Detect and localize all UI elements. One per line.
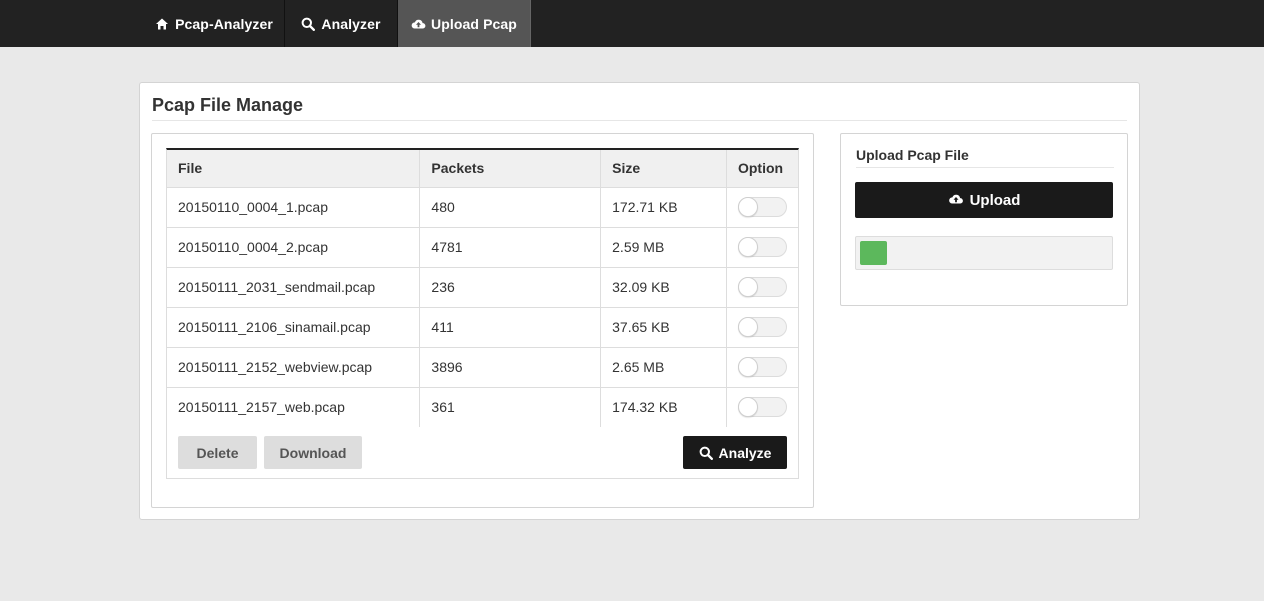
option-cell	[726, 227, 798, 268]
column-header-packets: Packets	[419, 150, 602, 188]
upload-box: Upload Pcap File Upload	[840, 133, 1128, 306]
nav-item-label: Analyzer	[321, 15, 381, 32]
toggle-knob	[737, 277, 758, 297]
column-header-file: File	[167, 150, 421, 188]
upload-progress-bar	[855, 236, 1113, 270]
table-row: 20150111_2157_web.pcap 361 174.32 KB	[167, 387, 798, 428]
toggle-knob	[737, 397, 758, 417]
select-toggle[interactable]	[737, 357, 787, 377]
upload-button[interactable]: Upload	[855, 182, 1113, 218]
file-name-cell: 20150111_2152_webview.pcap	[167, 347, 421, 388]
home-icon	[155, 17, 169, 31]
option-cell	[726, 387, 798, 428]
file-name-cell: 20150110_0004_2.pcap	[167, 227, 421, 268]
packets-cell: 3896	[419, 347, 602, 388]
column-header-option: Option	[726, 150, 798, 188]
packets-cell: 236	[419, 267, 602, 308]
table-row: 20150110_0004_2.pcap 4781 2.59 MB	[167, 227, 798, 268]
upload-button-label: Upload	[969, 191, 1021, 209]
pcap-file-manage-panel: Pcap File Manage File Packets Size Optio…	[139, 82, 1140, 520]
size-cell: 172.71 KB	[600, 187, 727, 228]
cloud-upload-icon	[411, 17, 426, 31]
nav-item-label: Upload Pcap	[431, 15, 517, 32]
download-button[interactable]: Download	[264, 436, 362, 469]
upload-title: Upload Pcap File	[856, 147, 1114, 168]
toggle-knob	[737, 357, 758, 377]
select-toggle[interactable]	[737, 397, 787, 417]
packets-cell: 4781	[419, 227, 602, 268]
file-name-cell: 20150111_2157_web.pcap	[167, 387, 421, 428]
file-name-cell: 20150111_2106_sinamail.pcap	[167, 307, 421, 348]
toggle-knob	[737, 237, 758, 257]
option-cell	[726, 267, 798, 308]
size-cell: 174.32 KB	[600, 387, 727, 428]
table-row: 20150111_2152_webview.pcap 3896 2.65 MB	[167, 347, 798, 388]
select-toggle[interactable]	[737, 277, 787, 297]
top-navbar: Pcap-Analyzer Analyzer Upload Pcap	[0, 0, 1264, 47]
size-cell: 2.59 MB	[600, 227, 727, 268]
column-header-size: Size	[600, 150, 727, 188]
packets-cell: 480	[419, 187, 602, 228]
table-row: 20150111_2031_sendmail.pcap 236 32.09 KB	[167, 267, 798, 308]
size-cell: 2.65 MB	[600, 347, 727, 388]
nav-item-pcap-analyzer[interactable]: Pcap-Analyzer	[144, 0, 285, 47]
table-row: 20150110_0004_1.pcap 480 172.71 KB	[167, 187, 798, 228]
size-cell: 32.09 KB	[600, 267, 727, 308]
cloud-upload-icon	[948, 192, 964, 208]
search-icon	[301, 17, 316, 31]
delete-button[interactable]: Delete	[178, 436, 257, 469]
file-name-cell: 20150110_0004_1.pcap	[167, 187, 421, 228]
file-name-cell: 20150111_2031_sendmail.pcap	[167, 267, 421, 308]
packets-cell: 361	[419, 387, 602, 428]
nav-item-upload-pcap[interactable]: Upload Pcap	[398, 0, 531, 47]
table-row: 20150111_2106_sinamail.pcap 411 37.65 KB	[167, 307, 798, 348]
toggle-knob	[737, 317, 758, 337]
nav-item-analyzer[interactable]: Analyzer	[285, 0, 398, 47]
file-list-box: File Packets Size Option 20150110_0004_1…	[151, 133, 814, 508]
toggle-knob	[737, 197, 758, 217]
nav-item-label: Pcap-Analyzer	[175, 15, 273, 32]
analyze-button-label: Analyze	[718, 444, 772, 461]
table-header-row: File Packets Size Option	[167, 150, 798, 188]
select-toggle[interactable]	[737, 237, 787, 257]
option-cell	[726, 307, 798, 348]
analyze-button[interactable]: Analyze	[683, 436, 787, 469]
option-cell	[726, 347, 798, 388]
panel-title: Pcap File Manage	[152, 94, 1127, 121]
size-cell: 37.65 KB	[600, 307, 727, 348]
upload-progress-fill	[860, 241, 887, 265]
table-action-bar: Delete Download Analyze	[166, 427, 799, 479]
file-table: File Packets Size Option 20150110_0004_1…	[167, 150, 798, 428]
packets-cell: 411	[419, 307, 602, 348]
option-cell	[726, 187, 798, 228]
select-toggle[interactable]	[737, 317, 787, 337]
select-toggle[interactable]	[737, 197, 787, 217]
search-icon	[699, 446, 713, 460]
